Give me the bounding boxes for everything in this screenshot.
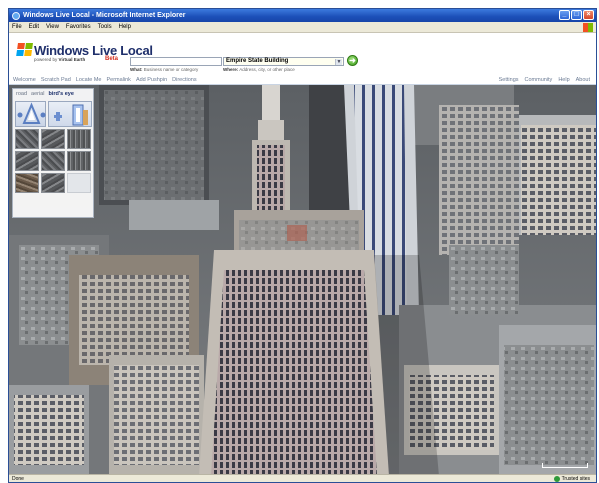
nav-bar: Welcome Scratch Pad Locate Me Permalink …	[9, 75, 596, 85]
what-search-input[interactable]	[130, 57, 222, 66]
title-bar: Windows Live Local - Microsoft Internet …	[9, 9, 596, 22]
windows-live-local-logo[interactable]: Windows Live Local	[16, 43, 153, 58]
aerial-city-image	[9, 85, 596, 476]
trusted-sites-icon	[553, 476, 560, 482]
nav-community[interactable]: Community	[525, 77, 553, 83]
thumbnail-tile-empty	[67, 173, 91, 193]
rotate-right-icon	[40, 112, 46, 118]
status-text: Done	[12, 475, 24, 482]
tab-road[interactable]: road	[16, 91, 27, 97]
rotate-left-icon	[17, 112, 23, 118]
nav-directions[interactable]: Directions	[172, 77, 196, 83]
thumbnail-tile[interactable]	[15, 129, 39, 149]
menu-file[interactable]: File	[12, 24, 22, 30]
powered-by-text: powered by Virtual Earth	[34, 57, 86, 62]
where-hint: Where: Address, city, or other place	[223, 67, 295, 72]
tab-aerial[interactable]: aerial	[31, 91, 44, 97]
chevron-down-icon[interactable]: ▼	[335, 59, 342, 65]
nav-locate-me[interactable]: Locate Me	[76, 77, 102, 83]
security-zone: Trusted sites	[553, 476, 590, 482]
beta-badge: Beta	[105, 56, 119, 62]
minimize-button[interactable]: _	[559, 10, 570, 20]
zone-text: Trusted sites	[561, 476, 590, 482]
thumbnail-tile[interactable]	[15, 151, 39, 171]
window-title: Windows Live Local - Microsoft Internet …	[23, 12, 186, 19]
map-control-panel: road aerial bird's eye	[12, 88, 94, 218]
nav-welcome[interactable]: Welcome	[13, 77, 36, 83]
thumbnail-tile[interactable]	[67, 151, 91, 171]
close-button[interactable]: ×	[583, 10, 594, 20]
menu-tools[interactable]: Tools	[98, 24, 112, 30]
thumbnail-tile[interactable]	[67, 129, 91, 149]
nav-permalink[interactable]: Permalink	[106, 77, 130, 83]
nav-settings[interactable]: Settings	[499, 77, 519, 83]
map-view-tabs: road aerial bird's eye	[13, 89, 93, 99]
menu-help[interactable]: Help	[119, 24, 131, 30]
nav-add-pushpin[interactable]: Add Pushpin	[136, 77, 167, 83]
search-go-button[interactable]: ➜	[347, 55, 358, 66]
tab-birds-eye[interactable]: bird's eye	[48, 91, 73, 97]
menu-edit[interactable]: Edit	[29, 24, 39, 30]
windows-logo-icon	[583, 23, 593, 32]
nav-help[interactable]: Help	[558, 77, 569, 83]
nav-about[interactable]: About	[576, 77, 590, 83]
map-scale-bar	[542, 463, 588, 468]
rotate-compass-control[interactable]	[15, 101, 46, 127]
window-controls: _ □ ×	[559, 10, 594, 20]
thumbnail-tile[interactable]	[15, 173, 39, 193]
thumbnail-tile[interactable]	[41, 129, 65, 149]
menu-view[interactable]: View	[46, 24, 59, 30]
what-hint: What: Business name or category	[130, 67, 199, 72]
birds-eye-thumbnails	[15, 129, 92, 193]
menu-bar: File Edit View Favorites Tools Help	[9, 22, 596, 33]
browser-window: Windows Live Local - Microsoft Internet …	[8, 8, 597, 483]
nav-scratch-pad[interactable]: Scratch Pad	[41, 77, 71, 83]
thumbnail-tile[interactable]	[41, 151, 65, 171]
maximize-button[interactable]: □	[571, 10, 582, 20]
internet-explorer-icon	[12, 11, 20, 20]
where-search-input[interactable]: Empire State Building ▼	[223, 57, 344, 66]
thumbnail-tile[interactable]	[41, 173, 65, 193]
where-search-value: Empire State Building	[226, 58, 289, 64]
windows-flag-icon	[16, 43, 33, 57]
zoom-building-control[interactable]	[48, 101, 92, 127]
status-bar: Done Trusted sites	[9, 474, 596, 482]
birds-eye-map[interactable]: road aerial bird's eye	[9, 85, 596, 476]
logo-text: Windows Live Local	[34, 43, 153, 58]
menu-favorites[interactable]: Favorites	[66, 24, 91, 30]
site-header: Windows Live Local powered by Virtual Ea…	[9, 33, 596, 75]
